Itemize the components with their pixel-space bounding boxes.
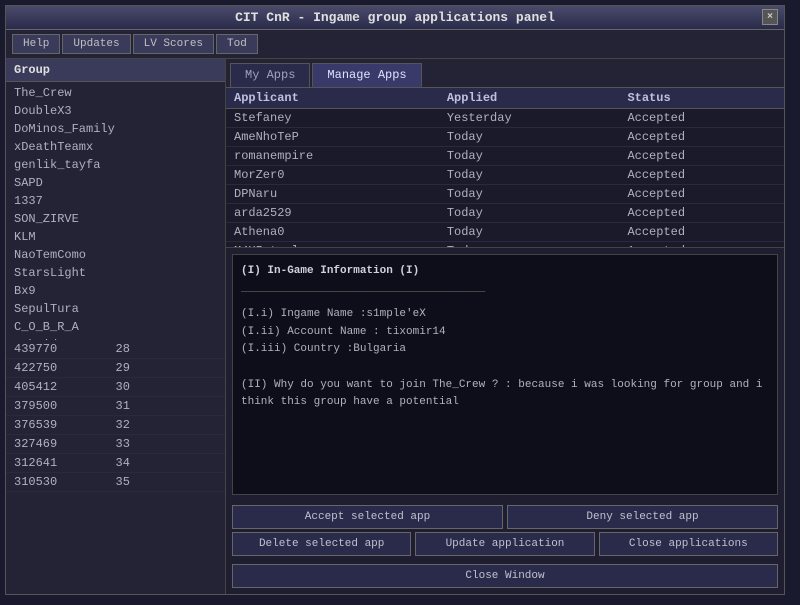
cell-applicant: MorZer0 (226, 166, 439, 185)
updates-button[interactable]: Updates (62, 34, 130, 54)
cell-applicant: arda2529 (226, 204, 439, 223)
applications-table: Applicant Applied Status StefaneyYesterd… (226, 88, 784, 248)
deny-app-button[interactable]: Deny selected app (507, 505, 778, 529)
applications-table-container: Applicant Applied Status StefaneyYesterd… (226, 88, 784, 248)
table-row[interactable]: AmeNhoTePTodayAccepted (226, 128, 784, 147)
info-separator: ───────────────────────────────────── (241, 285, 769, 303)
accept-app-button[interactable]: Accept selected app (232, 505, 503, 529)
cell-status: Accepted (619, 128, 784, 147)
table-row[interactable]: StefaneyYesterdayAccepted (226, 109, 784, 128)
col-applicant: Applicant (226, 88, 439, 109)
sidebar-item[interactable]: SepulTura (6, 300, 225, 318)
info-line: (I.ii) Account Name : tixomir14 (241, 324, 769, 342)
sidebar-item[interactable]: DoubleX3 (6, 102, 225, 120)
cell-status: Accepted (619, 185, 784, 204)
col-status: Status (619, 88, 784, 109)
sidebar-item[interactable]: NaoTemComo (6, 246, 225, 264)
cell-applicant: M4X5steel (226, 242, 439, 249)
cell-applied: Today (439, 242, 620, 249)
cell-applied: Today (439, 223, 620, 242)
sidebar-item[interactable]: Bx9 (6, 282, 225, 300)
close-window-button[interactable]: Close Window (232, 564, 778, 588)
table-row[interactable]: arda2529TodayAccepted (226, 204, 784, 223)
cell-status: Accepted (619, 242, 784, 249)
sidebar-header: Group (6, 59, 225, 82)
cell-status: Accepted (619, 204, 784, 223)
list-item: 40541230 (6, 378, 225, 397)
sidebar-item[interactable]: SON_ZIRVE (6, 210, 225, 228)
cell-applied: Today (439, 204, 620, 223)
lv-scores-button[interactable]: LV Scores (133, 34, 214, 54)
cell-status: Accepted (619, 147, 784, 166)
list-item: 31264134 (6, 454, 225, 473)
cell-applied: Today (439, 128, 620, 147)
right-panel: My Apps Manage Apps Applicant Applied St… (226, 59, 784, 594)
list-item: 32746933 (6, 435, 225, 454)
manage-apps-tab[interactable]: Manage Apps (312, 63, 421, 87)
close-apps-button[interactable]: Close applications (599, 532, 778, 556)
info-line: (I.i) Ingame Name :s1mple'eX (241, 306, 769, 324)
my-apps-tab[interactable]: My Apps (230, 63, 310, 87)
sidebar-item[interactable]: StarsLight (6, 264, 225, 282)
cell-applicant: DPNaru (226, 185, 439, 204)
help-button[interactable]: Help (12, 34, 60, 54)
window-close-button[interactable]: × (762, 9, 778, 25)
cell-applied: Today (439, 147, 620, 166)
window-title: CIT CnR - Ingame group applications pane… (235, 10, 555, 25)
info-section1-header: (I) In-Game Information (I) (241, 263, 769, 281)
sidebar-item[interactable]: SAPD (6, 174, 225, 192)
main-window: CIT CnR - Ingame group applications pane… (5, 5, 785, 595)
content-area: Group The_CrewDoubleX3DoMinos_FamilyxDea… (6, 59, 784, 594)
sidebar-list: The_CrewDoubleX3DoMinos_FamilyxDeathTeam… (6, 82, 225, 340)
table-row[interactable]: romanempireTodayAccepted (226, 147, 784, 166)
sidebar-item[interactable]: KLM (6, 228, 225, 246)
tabs-bar: My Apps Manage Apps (226, 59, 784, 88)
toolbar: Help Updates LV Scores Tod (6, 30, 784, 59)
title-bar: CIT CnR - Ingame group applications pane… (6, 6, 784, 30)
list-item: 37653932 (6, 416, 225, 435)
cell-applicant: romanempire (226, 147, 439, 166)
cell-applied: Today (439, 166, 620, 185)
col-applied: Applied (439, 88, 620, 109)
list-item: 43977028 (6, 340, 225, 359)
tod-button[interactable]: Tod (216, 34, 258, 54)
list-item: 37950031 (6, 397, 225, 416)
table-row[interactable]: Athena0TodayAccepted (226, 223, 784, 242)
cell-applicant: AmeNhoTeP (226, 128, 439, 147)
cell-status: Accepted (619, 109, 784, 128)
cell-applied: Yesterday (439, 109, 620, 128)
sidebar-item[interactable]: The_Crew (6, 84, 225, 102)
list-item: 31053035 (6, 473, 225, 492)
sidebar-item[interactable]: 1337 (6, 192, 225, 210)
info-line: (I.iii) Country :Bulgaria (241, 341, 769, 359)
delete-app-button[interactable]: Delete selected app (232, 532, 411, 556)
sidebar-item[interactable]: DoMinos_Family (6, 120, 225, 138)
list-item: 42275029 (6, 359, 225, 378)
info-section2: (II) Why do you want to join The_Crew ? … (241, 377, 769, 412)
action-buttons-row2: Delete selected app Update application C… (232, 532, 778, 556)
action-buttons: Accept selected app Deny selected app De… (226, 501, 784, 560)
action-buttons-row1: Accept selected app Deny selected app (232, 505, 778, 529)
cell-applicant: Athena0 (226, 223, 439, 242)
table-row[interactable]: MorZer0TodayAccepted (226, 166, 784, 185)
bottom-score-list: 4397702842275029405412303795003137653932… (6, 340, 225, 594)
sidebar: Group The_CrewDoubleX3DoMinos_FamilyxDea… (6, 59, 226, 594)
update-app-button[interactable]: Update application (415, 532, 594, 556)
cell-applied: Today (439, 185, 620, 204)
cell-applicant: Stefaney (226, 109, 439, 128)
sidebar-item[interactable]: C_O_B_R_A (6, 318, 225, 336)
sidebar-item[interactable]: genlik_tayfa (6, 156, 225, 174)
table-row[interactable]: DPNaruTodayAccepted (226, 185, 784, 204)
cell-status: Accepted (619, 166, 784, 185)
table-row[interactable]: M4X5steelTodayAccepted (226, 242, 784, 249)
info-box: (I) In-Game Information (I) ────────────… (232, 254, 778, 495)
cell-status: Accepted (619, 223, 784, 242)
sidebar-item[interactable]: xDeathTeamx (6, 138, 225, 156)
